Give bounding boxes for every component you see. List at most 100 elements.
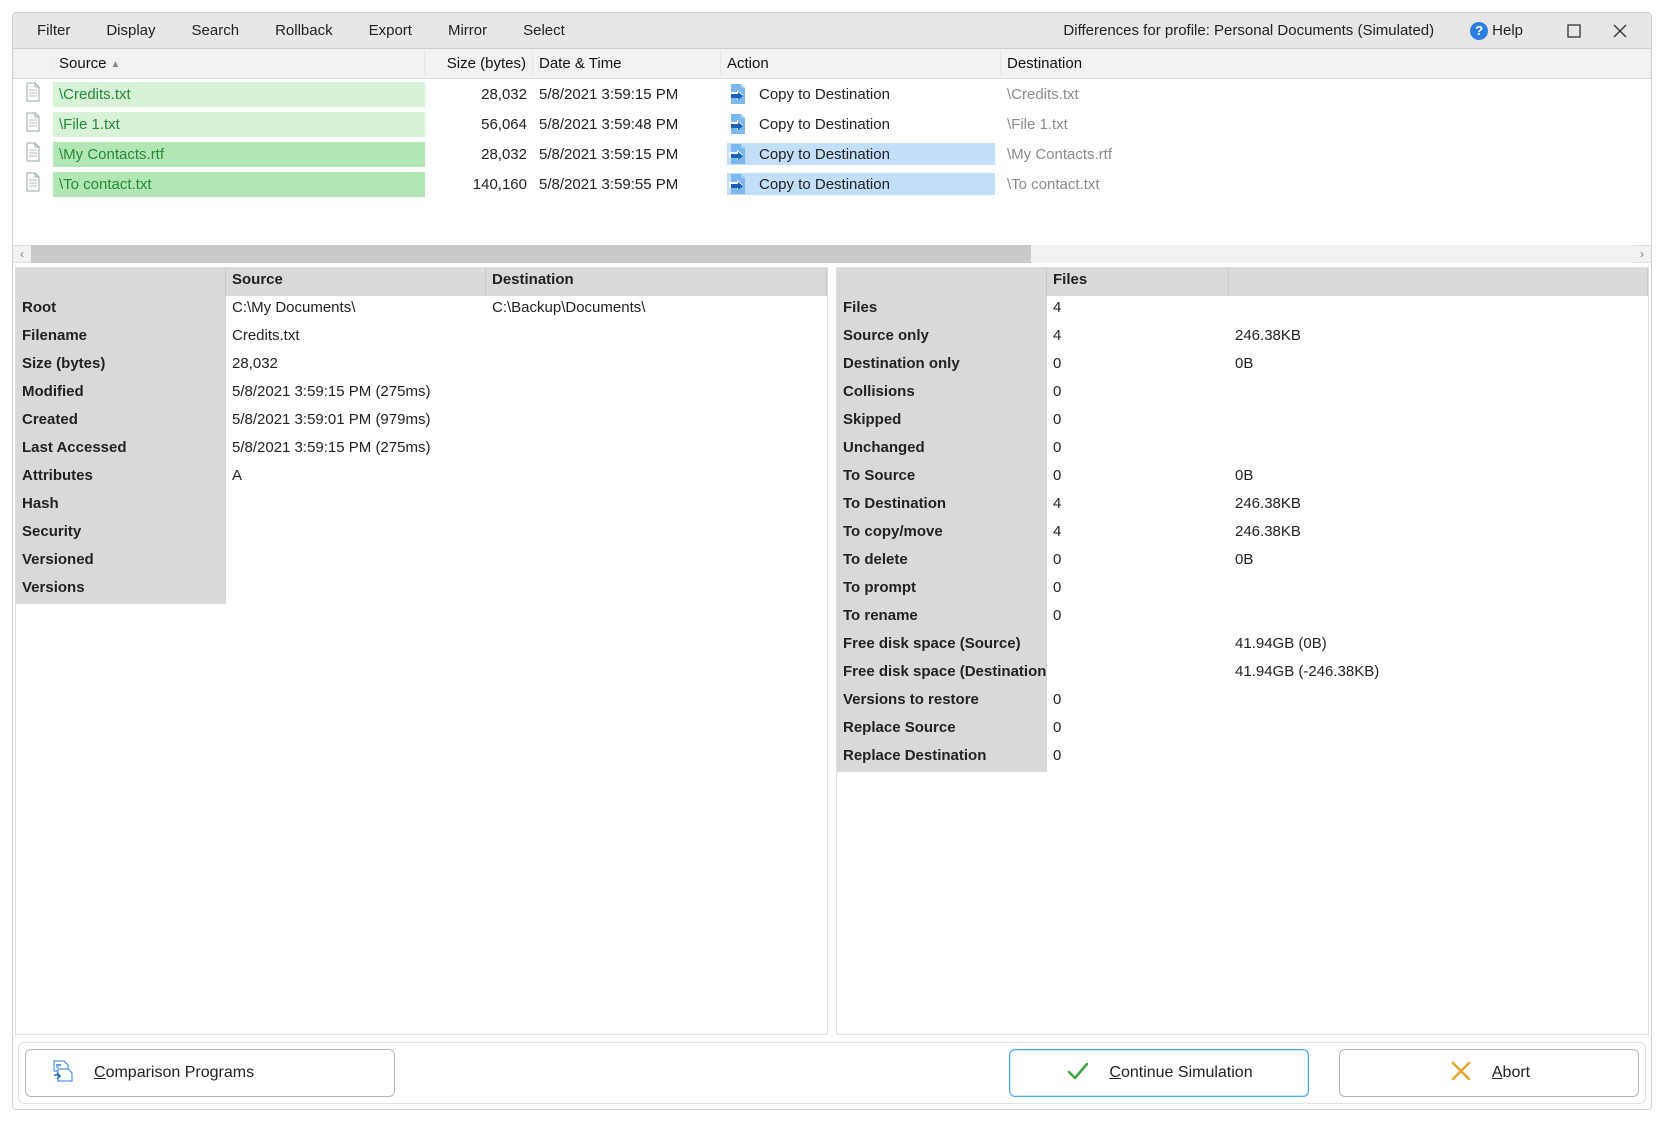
table-row[interactable]: \To contact.txt140,1605/8/2021 3:59:55 P… <box>13 169 1651 199</box>
table-row[interactable]: \My Contacts.rtf28,0325/8/2021 3:59:15 P… <box>13 139 1651 169</box>
menubar: Filter Display Search Rollback Export Mi… <box>13 13 1651 49</box>
stat-row: Free disk space (Destination) 41.94GB (-2… <box>837 660 1648 688</box>
date-cell: 5/8/2021 3:59:15 PM <box>533 82 721 107</box>
stat-value2 <box>1229 688 1648 716</box>
date-cell: 5/8/2021 3:59:55 PM <box>533 172 721 197</box>
scroll-right-icon[interactable]: › <box>1633 245 1651 263</box>
document-icon <box>24 142 42 162</box>
column-source[interactable]: Source▲ <box>53 51 425 76</box>
comparison-programs-button[interactable]: Comparison Programs <box>25 1049 395 1097</box>
detail-label: Modified <box>16 380 226 408</box>
stat-value2: 0B <box>1229 464 1648 492</box>
stat-label: Replace Destination <box>837 744 1047 772</box>
menu-display[interactable]: Display <box>90 18 171 43</box>
table-row[interactable]: \Credits.txt28,0325/8/2021 3:59:15 PMCop… <box>13 79 1651 109</box>
check-icon <box>1065 1058 1091 1089</box>
size-cell: 56,064 <box>425 112 533 137</box>
column-destination[interactable]: Destination <box>1001 51 1651 76</box>
stat-label: Versions to restore <box>837 688 1047 716</box>
stat-value <box>1047 632 1229 660</box>
stat-value2 <box>1229 716 1648 744</box>
detail-label: Root <box>16 296 226 324</box>
stat-label: Replace Source <box>837 716 1047 744</box>
detail-label: Filename <box>16 324 226 352</box>
stat-label: To prompt <box>837 576 1047 604</box>
detail-value: Credits.txt <box>226 324 486 352</box>
menu-select[interactable]: Select <box>507 18 581 43</box>
document-icon <box>24 112 42 132</box>
stat-row: To copy/move4246.38KB <box>837 520 1648 548</box>
continue-simulation-button[interactable]: Continue Simulation <box>1009 1049 1309 1097</box>
stat-value: 0 <box>1047 548 1229 576</box>
details-panel-right: Files Files4Source only4246.38KBDestinat… <box>836 267 1649 1035</box>
stats-header-files: Files <box>1047 268 1229 296</box>
source-cell: \To contact.txt <box>53 172 425 197</box>
detail-label: Hash <box>16 492 226 520</box>
stat-row: Skipped0 <box>837 408 1648 436</box>
action-cell[interactable]: Copy to Destination <box>727 113 995 135</box>
menu-rollback[interactable]: Rollback <box>259 18 349 43</box>
footer-buttons: Comparison Programs Continue Simulation … <box>18 1042 1646 1104</box>
horizontal-scrollbar[interactable]: ‹ › <box>13 245 1651 263</box>
detail-value: C:\My Documents\ <box>226 296 486 324</box>
stat-value: 0 <box>1047 380 1229 408</box>
table-row[interactable]: \File 1.txt56,0645/8/2021 3:59:48 PMCopy… <box>13 109 1651 139</box>
detail-value: A <box>226 464 486 492</box>
stat-value: 4 <box>1047 296 1229 324</box>
column-headers: Source▲ Size (bytes) Date & Time Action … <box>13 49 1651 79</box>
action-cell[interactable]: Copy to Destination <box>727 143 995 165</box>
stat-value: 4 <box>1047 520 1229 548</box>
stat-label: To rename <box>837 604 1047 632</box>
destination-cell: \File 1.txt <box>1001 112 1651 137</box>
help-label: Help <box>1492 22 1523 39</box>
stat-value2 <box>1229 604 1648 632</box>
action-cell[interactable]: Copy to Destination <box>727 83 995 105</box>
detail-value <box>226 548 486 576</box>
stat-label: Unchanged <box>837 436 1047 464</box>
stat-row: Collisions0 <box>837 380 1648 408</box>
column-size[interactable]: Size (bytes) <box>425 51 533 76</box>
stat-value2: 246.38KB <box>1229 492 1648 520</box>
stat-value: 4 <box>1047 324 1229 352</box>
window-close-button[interactable] <box>1597 17 1643 45</box>
detail-value: 5/8/2021 3:59:15 PM (275ms) <box>226 436 486 464</box>
column-date[interactable]: Date & Time <box>533 51 721 76</box>
menu-filter[interactable]: Filter <box>21 18 86 43</box>
stat-row: Free disk space (Source)41.94GB (0B) <box>837 632 1648 660</box>
stat-value2 <box>1229 296 1648 324</box>
stat-row: To rename0 <box>837 604 1648 632</box>
abort-button[interactable]: Abort <box>1339 1049 1639 1097</box>
stat-value: 0 <box>1047 716 1229 744</box>
stat-value2: 41.94GB (0B) <box>1229 632 1648 660</box>
stat-value: 0 <box>1047 464 1229 492</box>
window-maximize-button[interactable] <box>1551 17 1597 45</box>
detail-label: Attributes <box>16 464 226 492</box>
action-cell[interactable]: Copy to Destination <box>727 173 995 195</box>
stat-row: Versions to restore0 <box>837 688 1648 716</box>
stat-row: Replace Destination0 <box>837 744 1648 772</box>
stat-label: Free disk space (Destination) <box>837 660 1047 688</box>
menu-mirror[interactable]: Mirror <box>432 18 503 43</box>
copy-right-icon <box>727 173 747 195</box>
destination-cell: \Credits.txt <box>1001 82 1651 107</box>
menu-export[interactable]: Export <box>353 18 428 43</box>
stat-label: Files <box>837 296 1047 324</box>
source-cell: \My Contacts.rtf <box>53 142 425 167</box>
destination-cell: \To contact.txt <box>1001 172 1651 197</box>
sort-asc-icon: ▲ <box>111 59 121 70</box>
details-header-source: Source <box>226 268 486 296</box>
menu-search[interactable]: Search <box>176 18 256 43</box>
stat-label: To delete <box>837 548 1047 576</box>
details-panel-left: Source Destination RootC:\My Documents\C… <box>15 267 828 1035</box>
stat-value2: 41.94GB (-246.38KB) <box>1229 660 1648 688</box>
size-cell: 140,160 <box>425 172 533 197</box>
details-header-dest: Destination <box>486 268 827 296</box>
column-action[interactable]: Action <box>721 51 1001 76</box>
stat-value: 0 <box>1047 576 1229 604</box>
stat-value: 0 <box>1047 436 1229 464</box>
scroll-left-icon[interactable]: ‹ <box>13 245 31 263</box>
stat-label: To Source <box>837 464 1047 492</box>
detail-value: 5/8/2021 3:59:01 PM (979ms) <box>226 408 486 436</box>
detail-label: Versions <box>16 576 226 604</box>
help-button[interactable]: ? Help <box>1456 22 1537 40</box>
